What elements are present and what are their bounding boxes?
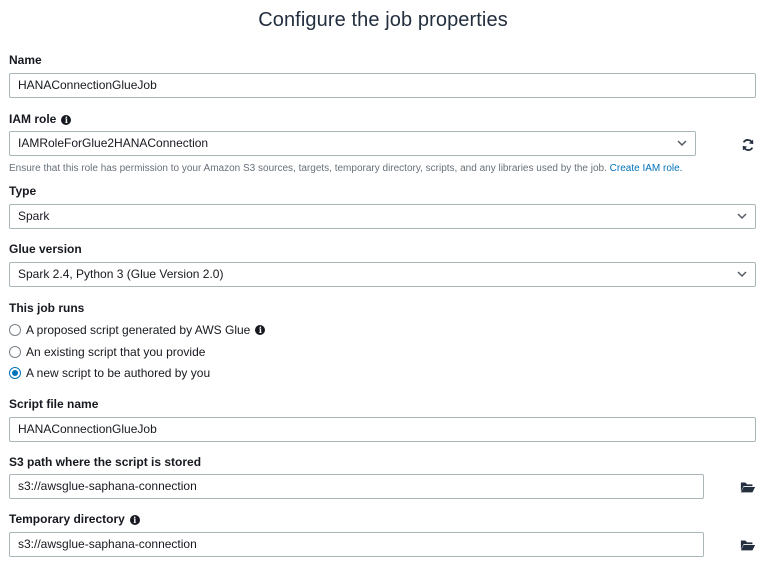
radio-label: A proposed script generated by AWS Glue <box>26 323 251 337</box>
iam-role-select-value: IAMRoleForGlue2HANAConnection <box>18 136 209 150</box>
script-file-name-input-value: HANAConnectionGlueJob <box>18 422 157 436</box>
radio-button-selected[interactable] <box>9 367 21 379</box>
name-input[interactable]: HANAConnectionGlueJob <box>9 73 756 98</box>
glue-version-label-text: Glue version <box>9 242 82 256</box>
radio-button[interactable] <box>9 346 21 358</box>
create-iam-role-link[interactable]: Create IAM role. <box>610 163 683 174</box>
glue-version-label: Glue version <box>9 242 82 256</box>
job-runs-label-text: This job runs <box>9 301 85 315</box>
chevron-down-icon <box>677 140 687 147</box>
script-file-name-label-text: Script file name <box>9 397 99 411</box>
s3-path-input-value: s3://awsglue-saphana-connection <box>18 479 197 493</box>
radio-option-existing-script[interactable]: An existing script that you provide <box>9 344 205 360</box>
radio-label: An existing script that you provide <box>26 345 206 359</box>
job-runs-label: This job runs <box>9 301 84 315</box>
iam-role-label-text: IAM role <box>9 112 57 126</box>
iam-role-select[interactable]: IAMRoleForGlue2HANAConnection <box>9 131 696 156</box>
radio-label: A new script to be authored by you <box>26 366 211 380</box>
type-select-value: Spark <box>18 209 50 223</box>
info-icon[interactable]: i <box>129 515 140 525</box>
glue-version-select[interactable]: Spark 2.4, Python 3 (Glue Version 2.0) <box>9 262 756 287</box>
s3-path-input[interactable]: s3://awsglue-saphana-connection <box>9 474 704 499</box>
folder-open-icon[interactable] <box>740 538 756 552</box>
type-label: Type <box>9 184 36 198</box>
refresh-icon[interactable] <box>741 138 755 152</box>
folder-open-icon[interactable] <box>740 480 756 494</box>
iam-role-helper: Ensure that this role has permission to … <box>9 163 682 174</box>
s3-path-label-text: S3 path where the script is stored <box>9 455 202 469</box>
type-label-text: Type <box>9 184 37 198</box>
name-label-text: Name <box>9 53 42 67</box>
radio-option-proposed-script[interactable]: A proposed script generated by AWS Glue i <box>9 322 266 338</box>
s3-path-label: S3 path where the script is stored <box>9 455 201 469</box>
iam-role-label: IAM role i <box>9 112 72 126</box>
chevron-down-icon <box>737 271 747 278</box>
info-icon[interactable]: i <box>255 325 266 335</box>
radio-button[interactable] <box>9 324 21 336</box>
glue-version-select-value: Spark 2.4, Python 3 (Glue Version 2.0) <box>18 267 224 281</box>
script-file-name-input[interactable]: HANAConnectionGlueJob <box>9 417 756 442</box>
info-icon[interactable]: i <box>61 115 72 125</box>
name-label: Name <box>9 53 42 67</box>
iam-role-helper-text: Ensure that this role has permission to … <box>9 163 607 174</box>
script-file-name-label: Script file name <box>9 397 98 411</box>
temp-dir-input[interactable]: s3://awsglue-saphana-connection <box>9 532 704 557</box>
radio-option-new-script[interactable]: A new script to be authored by you <box>9 365 210 381</box>
page-title: Configure the job properties <box>258 9 508 31</box>
name-input-value: HANAConnectionGlueJob <box>18 78 157 92</box>
chevron-down-icon <box>737 213 747 220</box>
temp-dir-input-value: s3://awsglue-saphana-connection <box>18 537 197 551</box>
temp-dir-label: Temporary directory i <box>9 512 140 526</box>
type-select[interactable]: Spark <box>9 204 756 229</box>
temp-dir-label-text: Temporary directory <box>9 512 125 526</box>
